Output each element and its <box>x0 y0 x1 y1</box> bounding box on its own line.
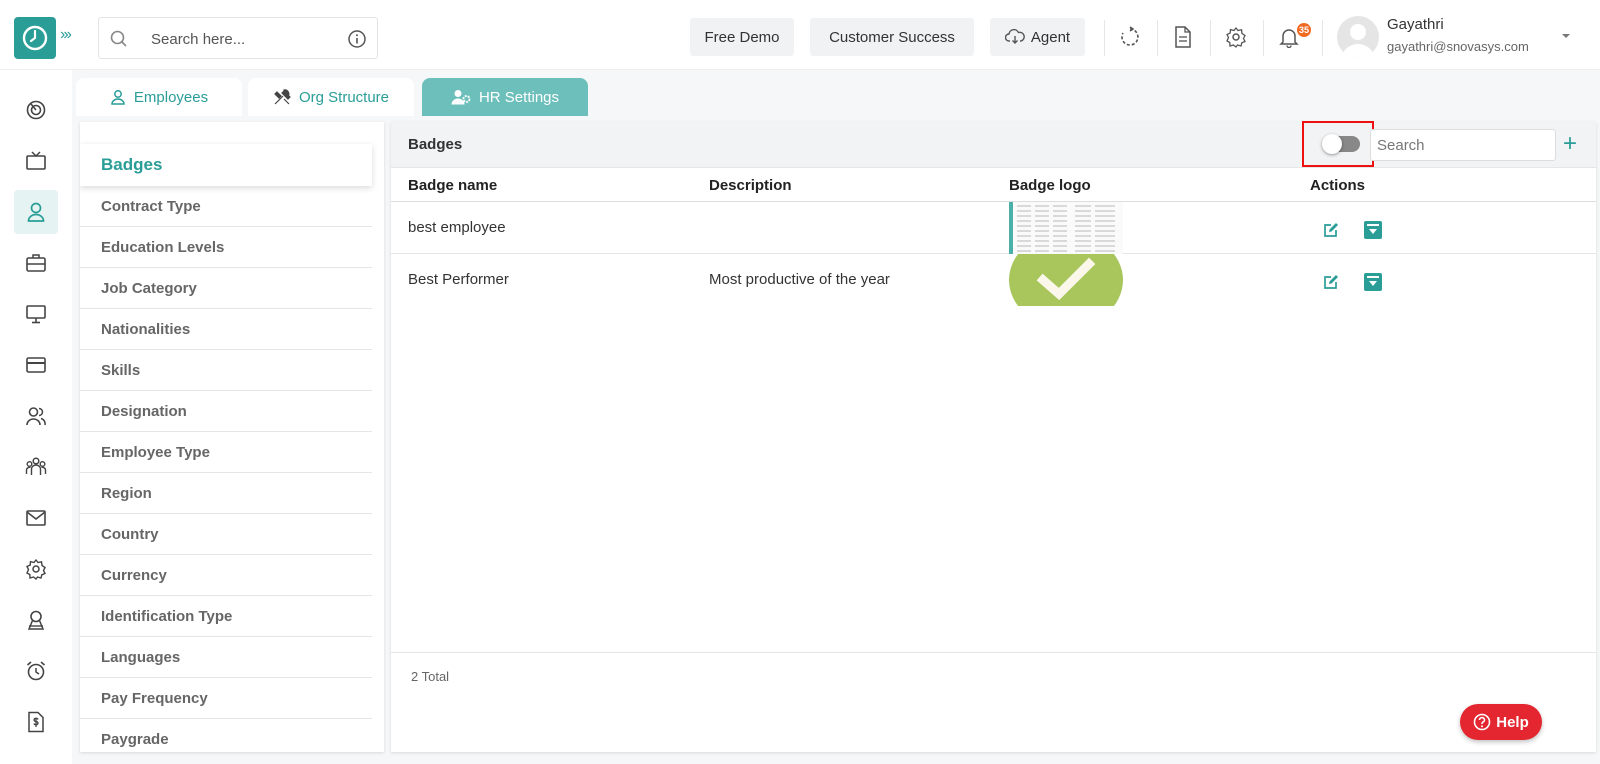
panel-header: Badges + <box>391 121 1596 168</box>
agent-label: Agent <box>1030 28 1071 46</box>
invoice-icon[interactable] <box>14 700 58 744</box>
search-input[interactable] <box>151 28 331 50</box>
badge-name-cell: Best Performer <box>408 271 509 288</box>
table-row: Best Performer Most productive of the ye… <box>391 254 1596 306</box>
table-header: Badge name Description Badge logo Action… <box>391 168 1596 202</box>
tab-label: Employees <box>133 88 209 106</box>
archive-icon[interactable] <box>1362 271 1384 293</box>
panel-search-input[interactable] <box>1370 129 1556 161</box>
document-icon[interactable] <box>1172 26 1194 48</box>
agent-button[interactable]: Agent <box>990 18 1085 56</box>
badges-panel: Badges + Badge name Description Badge lo… <box>391 121 1596 752</box>
info-icon[interactable] <box>347 29 367 49</box>
user-name: Gayathri <box>1387 16 1444 33</box>
settings-icon[interactable] <box>14 547 58 591</box>
help-icon <box>1473 713 1491 731</box>
menu-item-education-levels[interactable]: Education Levels <box>80 227 372 268</box>
menu-item-pay-frequency[interactable]: Pay Frequency <box>80 678 372 719</box>
edit-icon[interactable] <box>1320 271 1342 293</box>
menu-item-badges[interactable]: Badges <box>80 144 372 186</box>
tab-label: Org Structure <box>298 88 390 106</box>
archived-toggle[interactable] <box>1322 134 1360 154</box>
badge-logo-image <box>1009 254 1123 306</box>
add-badge-button[interactable]: + <box>1563 130 1577 158</box>
tools-icon <box>274 89 291 105</box>
global-search <box>98 17 378 59</box>
archive-icon[interactable] <box>1362 219 1384 241</box>
users-gear-icon <box>451 90 471 105</box>
app-logo[interactable] <box>14 17 56 59</box>
menu-item-contract-type[interactable]: Contract Type <box>80 186 372 227</box>
menu-item-employee-type[interactable]: Employee Type <box>80 432 372 473</box>
settings-gear-icon[interactable] <box>1225 26 1247 48</box>
toggle-highlight <box>1302 121 1374 167</box>
customer-success-button[interactable]: Customer Success <box>810 18 974 56</box>
briefcase-icon[interactable] <box>14 241 58 285</box>
tv-icon[interactable] <box>14 139 58 183</box>
cloud-download-icon <box>1004 29 1025 44</box>
help-button[interactable]: Help <box>1460 704 1542 740</box>
user-icon <box>111 90 125 105</box>
chevron-down-icon[interactable] <box>1561 32 1571 40</box>
badge-logo-image <box>1009 202 1123 254</box>
refresh-icon[interactable] <box>1119 26 1141 48</box>
divider <box>1104 20 1105 56</box>
menu-item-nationalities[interactable]: Nationalities <box>80 309 372 350</box>
top-bar: ››› Free Demo Customer Success Agent 35 <box>0 0 1600 70</box>
app-root: ››› Free Demo Customer Success Agent 35 <box>0 0 1600 764</box>
divider <box>1210 20 1211 56</box>
menu-item-job-category[interactable]: Job Category <box>80 268 372 309</box>
menu-item-currency[interactable]: Currency <box>80 555 372 596</box>
column-header-description: Description <box>709 177 792 194</box>
total-count: 2 Total <box>411 669 450 684</box>
column-header-badge-name: Badge name <box>408 177 498 194</box>
description-cell: Most productive of the year <box>709 271 890 288</box>
sidebar <box>0 70 72 764</box>
divider <box>1322 20 1323 56</box>
divider <box>1157 20 1158 56</box>
mail-icon[interactable] <box>14 496 58 540</box>
tab-hr-settings[interactable]: HR Settings <box>422 78 588 116</box>
divider <box>1263 20 1264 56</box>
dashboard-icon[interactable] <box>14 88 58 132</box>
panel-title: Badges <box>408 136 463 153</box>
monitor-icon[interactable] <box>14 292 58 336</box>
expand-sidebar-icon[interactable]: ››› <box>60 26 72 44</box>
toggle-knob <box>1322 134 1342 154</box>
menu-item-identification-type[interactable]: Identification Type <box>80 596 372 637</box>
tab-employees[interactable]: Employees <box>76 78 242 116</box>
help-label: Help <box>1496 713 1529 731</box>
free-demo-button[interactable]: Free Demo <box>690 18 794 56</box>
tab-org-structure[interactable]: Org Structure <box>248 78 414 116</box>
alarm-clock-icon[interactable] <box>14 649 58 693</box>
hr-settings-menu: Badges Contract Type Education Levels Jo… <box>80 122 384 752</box>
search-icon <box>110 30 127 47</box>
table-row: best employee <box>391 202 1596 254</box>
employee-icon[interactable] <box>14 190 58 234</box>
users-icon[interactable] <box>14 394 58 438</box>
menu-item-designation[interactable]: Designation <box>80 391 372 432</box>
menu-item-country[interactable]: Country <box>80 514 372 555</box>
panel-footer: 2 Total Help <box>391 652 1596 752</box>
column-header-actions: Actions <box>1310 177 1366 194</box>
notification-count-badge: 35 <box>1297 23 1311 37</box>
team-icon[interactable] <box>14 445 58 489</box>
award-icon[interactable] <box>14 598 58 642</box>
menu-item-languages[interactable]: Languages <box>80 637 372 678</box>
user-email: gayathri@snovasys.com <box>1387 39 1529 54</box>
menu-item-region[interactable]: Region <box>80 473 372 514</box>
menu-item-paygrade[interactable]: Paygrade <box>80 719 372 752</box>
badge-name-cell: best employee <box>408 219 506 236</box>
tab-label: HR Settings <box>478 88 560 106</box>
avatar[interactable] <box>1337 16 1379 58</box>
credit-card-icon[interactable] <box>14 343 58 387</box>
column-header-badge-logo: Badge logo <box>1009 177 1091 194</box>
edit-icon[interactable] <box>1320 219 1342 241</box>
menu-item-skills[interactable]: Skills <box>80 350 372 391</box>
